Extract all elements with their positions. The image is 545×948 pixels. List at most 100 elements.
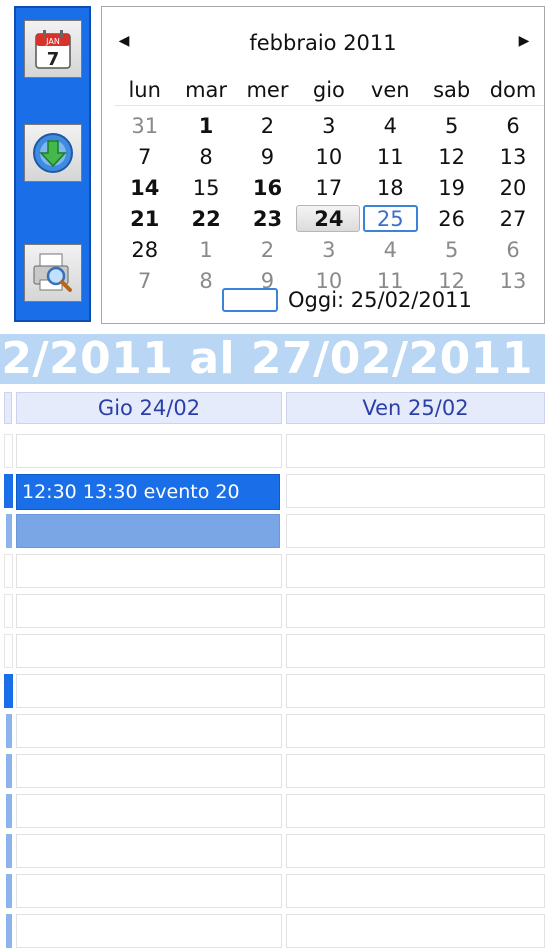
- calendar-day[interactable]: 2: [237, 110, 298, 141]
- time-slot-friday[interactable]: [286, 874, 545, 908]
- calendar-day[interactable]: 4: [360, 234, 421, 265]
- calendar-day-number: 1: [199, 237, 213, 262]
- time-slot-friday[interactable]: [286, 914, 545, 948]
- calendar-day[interactable]: 1: [175, 234, 236, 265]
- time-slot-previous-day[interactable]: [4, 554, 13, 588]
- calendar-day[interactable]: 21: [114, 203, 175, 234]
- time-slot-friday[interactable]: [286, 474, 545, 508]
- calendar-day[interactable]: 12: [421, 141, 482, 172]
- time-slot-friday[interactable]: [286, 834, 545, 868]
- calendar-day[interactable]: 15: [175, 172, 236, 203]
- calendar-day-selected[interactable]: 24: [296, 203, 360, 234]
- calendar-day-number: 4: [383, 113, 397, 138]
- calendar-day[interactable]: 31: [114, 110, 175, 141]
- time-slot-friday[interactable]: [286, 634, 545, 668]
- time-slot-previous-day[interactable]: [6, 754, 12, 788]
- time-slot-thursday[interactable]: [16, 794, 282, 828]
- time-slot-previous-day[interactable]: [4, 674, 13, 708]
- calendar-day[interactable]: 27: [482, 203, 543, 234]
- time-slot-previous-day[interactable]: [6, 874, 12, 908]
- calendar-day[interactable]: 1: [175, 110, 236, 141]
- time-slot-thursday[interactable]: [16, 434, 282, 468]
- calendar-day[interactable]: 26: [421, 203, 482, 234]
- calendar-day[interactable]: 4: [360, 110, 421, 141]
- time-slot-friday[interactable]: [286, 554, 545, 588]
- calendar-day[interactable]: 2: [237, 234, 298, 265]
- time-slot-friday[interactable]: [286, 514, 545, 548]
- calendar-day[interactable]: 3: [298, 110, 359, 141]
- print-preview-icon: [33, 253, 72, 292]
- time-slot-previous-day[interactable]: [4, 434, 13, 468]
- calendar-day[interactable]: 20: [482, 172, 543, 203]
- calendar-day[interactable]: 9: [237, 141, 298, 172]
- calendar-week-row: 14 15 16 17 18 19 20: [114, 172, 544, 203]
- calendar-day-number: 6: [506, 113, 520, 138]
- calendar-day[interactable]: 8: [175, 141, 236, 172]
- time-slot-previous-day[interactable]: [4, 634, 13, 668]
- calendar-day-today[interactable]: 25: [360, 203, 421, 234]
- event-block-continuation[interactable]: [16, 514, 280, 548]
- time-slot-thursday[interactable]: [16, 714, 282, 748]
- calendar-day[interactable]: 13: [482, 265, 543, 296]
- calendar-icon: JAN 7: [35, 30, 71, 70]
- calendar-day[interactable]: 23: [237, 203, 298, 234]
- time-slot-friday[interactable]: [286, 794, 545, 828]
- calendar-day[interactable]: 7: [114, 141, 175, 172]
- calendar-day[interactable]: 5: [421, 234, 482, 265]
- download-button[interactable]: [24, 124, 82, 182]
- calendar-day[interactable]: 18: [360, 172, 421, 203]
- calendar-day[interactable]: 11: [360, 141, 421, 172]
- weekday-label: sab: [433, 78, 471, 102]
- weekday-label: dom: [489, 78, 537, 102]
- time-slot-previous-day[interactable]: [6, 834, 12, 868]
- day-header-thursday[interactable]: Gio 24/02: [16, 392, 282, 424]
- time-slot-thursday[interactable]: [16, 554, 282, 588]
- calendar-day[interactable]: 5: [421, 110, 482, 141]
- time-slot-previous-day[interactable]: [4, 594, 13, 628]
- time-slot-friday[interactable]: [286, 594, 545, 628]
- time-slot-previous-day[interactable]: [6, 714, 12, 748]
- time-slot-thursday[interactable]: [16, 914, 282, 948]
- prev-month-button[interactable]: ◀: [112, 29, 136, 53]
- today-link[interactable]: Oggi: 25/02/2011: [222, 285, 472, 315]
- time-slot-friday[interactable]: [286, 714, 545, 748]
- month-calendar: ◀ febbraio 2011 ▶ lun mar mer gio ven sab dom …: [101, 6, 545, 324]
- time-slot-thursday[interactable]: [16, 754, 282, 788]
- calendar-day[interactable]: 16: [237, 172, 298, 203]
- calendar-day[interactable]: 13: [482, 141, 543, 172]
- calendar-day-number: 2: [260, 237, 275, 262]
- time-slot-thursday[interactable]: [16, 874, 282, 908]
- calendar-day[interactable]: 10: [298, 141, 359, 172]
- calendar-day[interactable]: 17: [298, 172, 359, 203]
- next-month-button[interactable]: ▶: [512, 29, 536, 53]
- day-header-friday[interactable]: Ven 25/02: [286, 392, 545, 424]
- time-slot-thursday[interactable]: [16, 594, 282, 628]
- calendar-day[interactable]: 22: [175, 203, 236, 234]
- time-slot-friday[interactable]: [286, 434, 545, 468]
- calendar-day[interactable]: 19: [421, 172, 482, 203]
- calendar-day[interactable]: 6: [482, 110, 543, 141]
- event-block[interactable]: 12:30 13:30 evento 20: [16, 474, 280, 510]
- calendar-day[interactable]: 3: [298, 234, 359, 265]
- calendar-day[interactable]: 28: [114, 234, 175, 265]
- calendar-day[interactable]: 7: [114, 265, 175, 296]
- calendar-button[interactable]: JAN 7: [24, 20, 82, 78]
- calendar-day[interactable]: 6: [482, 234, 543, 265]
- time-slot-previous-day[interactable]: [6, 914, 12, 948]
- time-slot-thursday[interactable]: [16, 634, 282, 668]
- chevron-right-icon: ▶: [518, 33, 530, 49]
- calendar-day[interactable]: 14: [114, 172, 175, 203]
- print-preview-button[interactable]: [24, 244, 82, 302]
- time-slot-friday[interactable]: [286, 754, 545, 788]
- time-slot-friday[interactable]: [286, 674, 545, 708]
- calendar-day-number: 1: [198, 113, 214, 138]
- svg-text:7: 7: [47, 49, 60, 70]
- time-slot-thursday[interactable]: [16, 674, 282, 708]
- time-slot-previous-day[interactable]: [4, 474, 13, 508]
- calendar-day-number: 28: [131, 237, 159, 262]
- calendar-day-number: 13: [499, 268, 527, 293]
- time-slot-previous-day[interactable]: [6, 514, 12, 548]
- time-slot-previous-day[interactable]: [6, 794, 12, 828]
- calendar-week-row: 21 22 23 24 25 26 27: [114, 203, 544, 234]
- time-slot-thursday[interactable]: [16, 834, 282, 868]
